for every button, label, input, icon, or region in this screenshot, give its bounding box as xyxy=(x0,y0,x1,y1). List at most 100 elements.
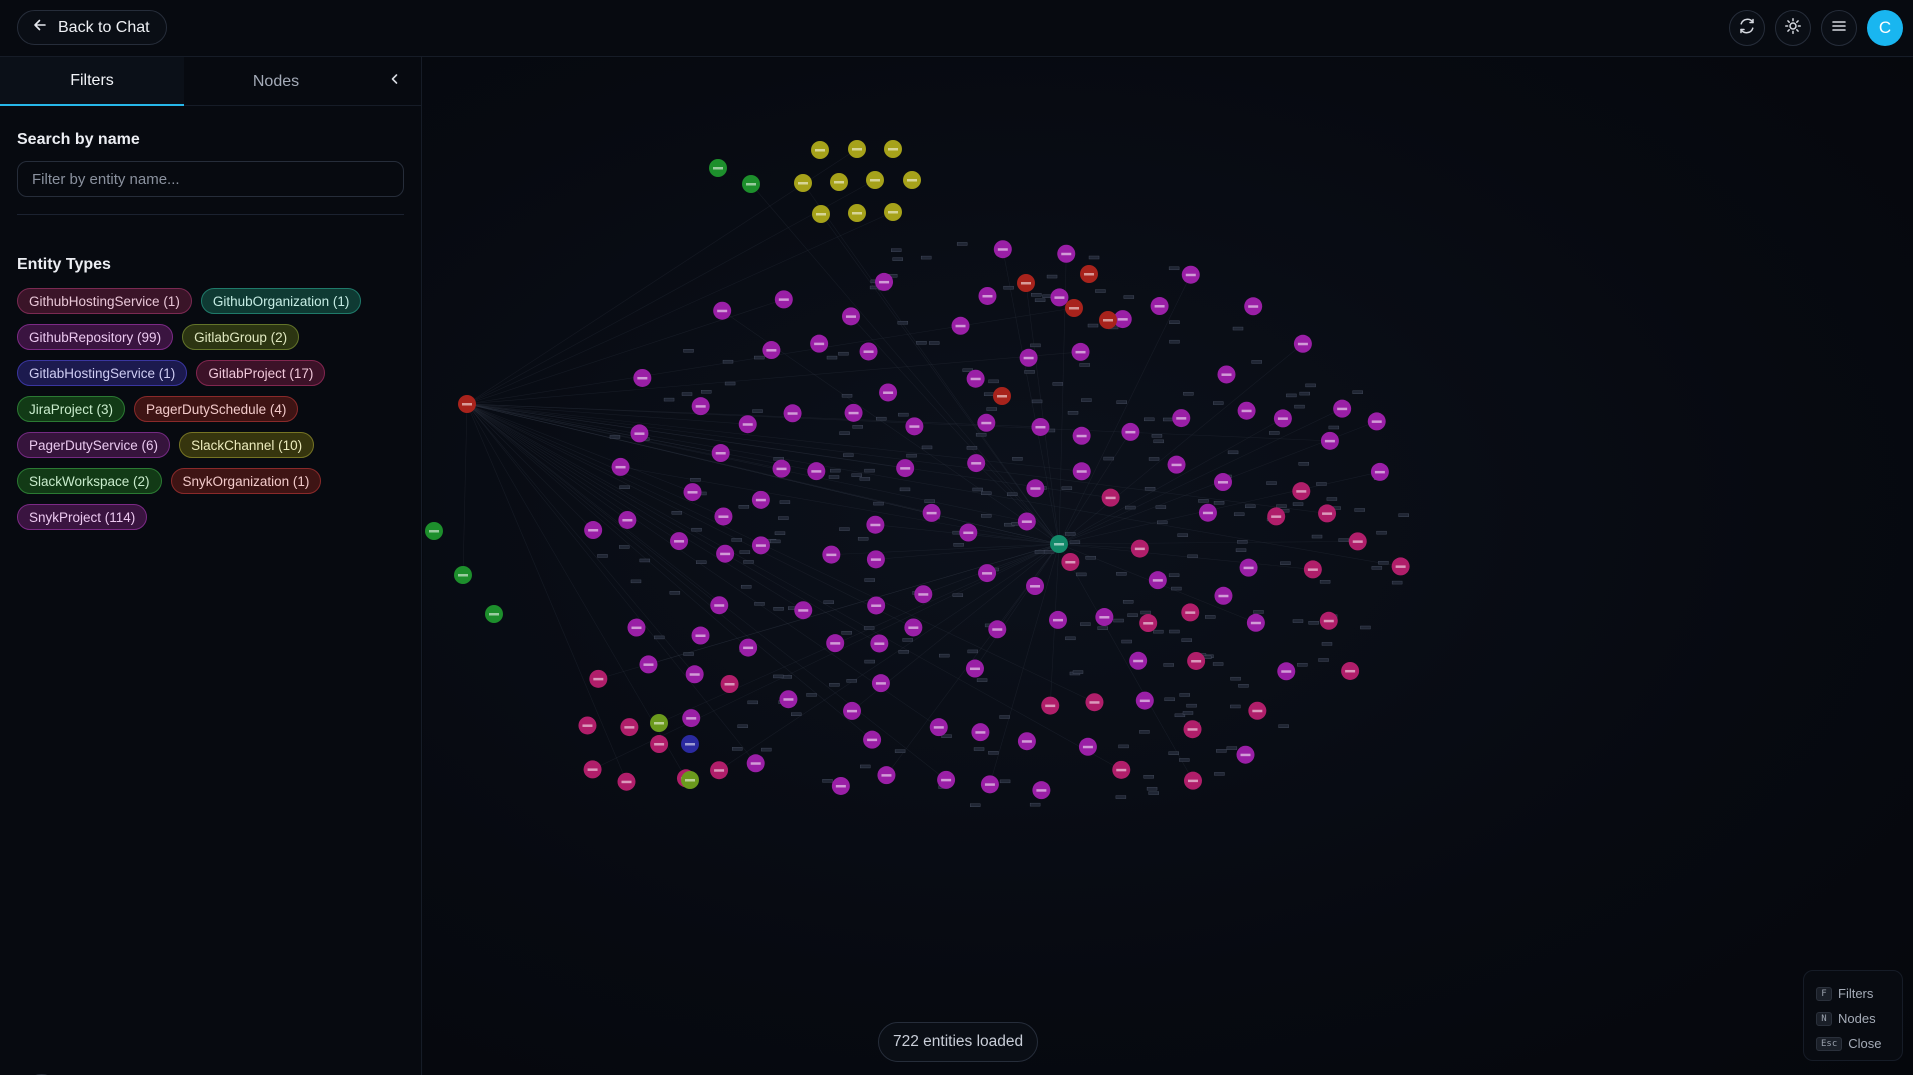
entity-node[interactable] xyxy=(914,585,933,604)
entity-node[interactable] xyxy=(650,714,668,732)
entity-node[interactable] xyxy=(807,462,826,481)
entity-node[interactable] xyxy=(681,735,699,753)
entity-type-chip[interactable]: SlackWorkspace (2) xyxy=(17,468,162,494)
entity-node[interactable] xyxy=(843,701,862,720)
entity-node[interactable] xyxy=(971,723,990,742)
entity-node[interactable] xyxy=(1078,737,1097,756)
entity-node[interactable] xyxy=(762,341,781,360)
entity-node[interactable] xyxy=(1129,651,1148,670)
entity-node[interactable] xyxy=(583,760,602,779)
entity-node[interactable] xyxy=(1273,409,1292,428)
entity-node[interactable] xyxy=(1348,532,1367,551)
user-avatar[interactable]: C xyxy=(1867,10,1903,46)
entity-node[interactable] xyxy=(1237,401,1256,420)
entity-node[interactable] xyxy=(691,397,710,416)
entity-type-chip[interactable]: GithubHostingService (1) xyxy=(17,288,192,314)
entity-node[interactable] xyxy=(617,772,636,791)
entity-node[interactable] xyxy=(848,204,866,222)
entity-node[interactable] xyxy=(1183,720,1202,739)
graph-canvas[interactable] xyxy=(423,58,1913,1075)
entity-node[interactable] xyxy=(870,634,889,653)
entity-node[interactable] xyxy=(746,754,765,773)
entity-node[interactable] xyxy=(1085,693,1104,712)
entity-node[interactable] xyxy=(709,159,727,177)
entity-node[interactable] xyxy=(485,605,503,623)
entity-node[interactable] xyxy=(425,522,443,540)
entity-node[interactable] xyxy=(866,171,884,189)
entity-node[interactable] xyxy=(951,316,970,335)
entity-node[interactable] xyxy=(978,564,997,583)
entity-node[interactable] xyxy=(1318,504,1337,523)
entity-node[interactable] xyxy=(1101,488,1120,507)
entity-node[interactable] xyxy=(1050,535,1068,553)
entity-node[interactable] xyxy=(863,730,882,749)
entity-node[interactable] xyxy=(774,290,793,309)
entity-node[interactable] xyxy=(1267,507,1286,526)
entity-node[interactable] xyxy=(1017,274,1035,292)
entity-node[interactable] xyxy=(1099,311,1117,329)
entity-graph[interactable] xyxy=(423,58,1913,1075)
entity-node[interactable] xyxy=(1071,342,1090,361)
entity-node[interactable] xyxy=(772,459,791,478)
entity-node[interactable] xyxy=(1080,265,1098,283)
entity-node[interactable] xyxy=(584,521,603,540)
entity-node[interactable] xyxy=(670,532,689,551)
entity-node[interactable] xyxy=(1172,409,1191,428)
entity-node[interactable] xyxy=(1057,244,1076,263)
entity-node[interactable] xyxy=(683,483,702,502)
entity-node[interactable] xyxy=(738,415,757,434)
entity-node[interactable] xyxy=(1065,299,1083,317)
entity-node[interactable] xyxy=(1367,412,1386,431)
entity-node[interactable] xyxy=(826,634,845,653)
theme-toggle-button[interactable] xyxy=(1775,10,1811,46)
entity-node[interactable] xyxy=(1061,552,1080,571)
entity-node[interactable] xyxy=(1213,473,1232,492)
entity-node[interactable] xyxy=(710,596,729,615)
entity-node[interactable] xyxy=(859,342,878,361)
entity-node[interactable] xyxy=(639,655,658,674)
entity-type-chip[interactable]: GitlabHostingService (1) xyxy=(17,360,188,386)
entity-node[interactable] xyxy=(922,503,941,522)
entity-node[interactable] xyxy=(1320,431,1339,450)
entity-node[interactable] xyxy=(875,272,894,291)
entity-node[interactable] xyxy=(794,601,813,620)
entity-node[interactable] xyxy=(866,550,885,569)
entity-node[interactable] xyxy=(650,735,669,754)
entity-node[interactable] xyxy=(627,618,646,637)
entity-node[interactable] xyxy=(1072,426,1091,445)
entity-node[interactable] xyxy=(711,444,730,463)
entity-node[interactable] xyxy=(1183,771,1202,790)
entity-node[interactable] xyxy=(1246,613,1265,632)
entity-node[interactable] xyxy=(1370,462,1389,481)
entity-node[interactable] xyxy=(977,413,996,432)
refresh-button[interactable] xyxy=(1729,10,1765,46)
entity-type-chip[interactable]: PagerDutyService (6) xyxy=(17,432,171,458)
entity-node[interactable] xyxy=(848,140,866,158)
entity-node[interactable] xyxy=(879,383,898,402)
entity-node[interactable] xyxy=(578,716,597,735)
entity-node[interactable] xyxy=(751,490,770,509)
entity-node[interactable] xyxy=(978,286,997,305)
entity-node[interactable] xyxy=(794,174,812,192)
entity-node[interactable] xyxy=(1148,571,1167,590)
entity-node[interactable] xyxy=(633,368,652,387)
entity-node[interactable] xyxy=(1032,781,1051,800)
entity-node[interactable] xyxy=(618,510,637,529)
entity-node[interactable] xyxy=(1303,560,1322,579)
menu-button[interactable] xyxy=(1821,10,1857,46)
entity-node[interactable] xyxy=(710,761,729,780)
entity-node[interactable] xyxy=(589,669,608,688)
entity-node[interactable] xyxy=(611,457,630,476)
entity-type-chip[interactable]: GitlabProject (17) xyxy=(196,360,326,386)
entity-node[interactable] xyxy=(967,454,986,473)
entity-node[interactable] xyxy=(682,709,701,728)
entity-node[interactable] xyxy=(1139,614,1158,633)
entity-node[interactable] xyxy=(884,203,902,221)
entity-node[interactable] xyxy=(630,424,649,443)
entity-node[interactable] xyxy=(1135,691,1154,710)
entity-node[interactable] xyxy=(929,718,948,737)
entity-node[interactable] xyxy=(844,403,863,422)
entity-node[interactable] xyxy=(1333,399,1352,418)
entity-node[interactable] xyxy=(1026,479,1045,498)
entity-node[interactable] xyxy=(783,404,802,423)
